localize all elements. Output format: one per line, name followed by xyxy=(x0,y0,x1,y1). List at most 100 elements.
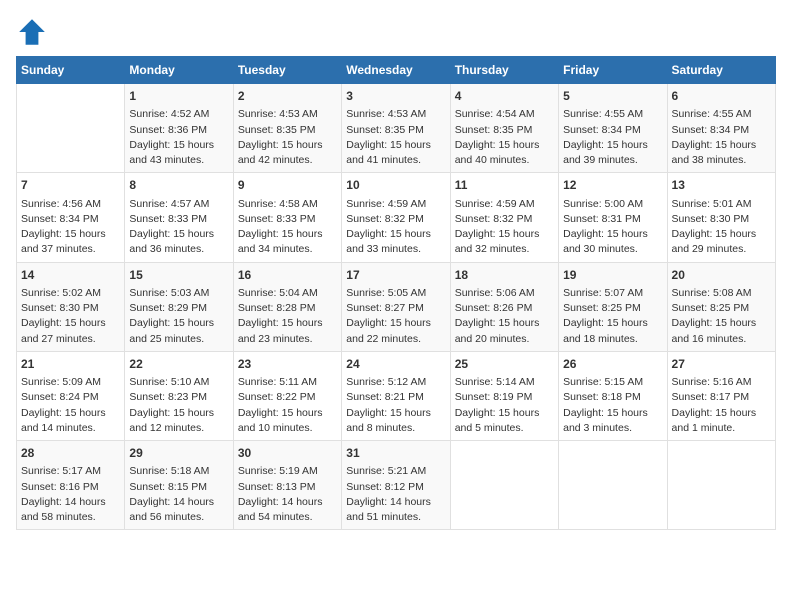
day-info-line: Sunset: 8:24 PM xyxy=(21,390,120,405)
day-info-line: Sunrise: 5:07 AM xyxy=(563,286,662,301)
day-info-line: Daylight: 15 hours xyxy=(238,227,337,242)
day-cell-24: 24Sunrise: 5:12 AMSunset: 8:21 PMDayligh… xyxy=(342,351,450,440)
day-info-line: Daylight: 15 hours xyxy=(563,316,662,331)
day-number: 16 xyxy=(238,267,337,284)
day-info-line: Sunrise: 5:14 AM xyxy=(455,375,554,390)
day-info-line: Sunrise: 4:52 AM xyxy=(129,107,228,122)
calendar-row-2: 7Sunrise: 4:56 AMSunset: 8:34 PMDaylight… xyxy=(17,173,776,262)
day-info-line: and 3 minutes. xyxy=(563,421,662,436)
page-header xyxy=(16,16,776,48)
day-number: 13 xyxy=(672,177,771,194)
day-info-line: Sunset: 8:23 PM xyxy=(129,390,228,405)
day-info-line: and 8 minutes. xyxy=(346,421,445,436)
day-cell-14: 14Sunrise: 5:02 AMSunset: 8:30 PMDayligh… xyxy=(17,262,125,351)
day-cell-12: 12Sunrise: 5:00 AMSunset: 8:31 PMDayligh… xyxy=(559,173,667,262)
day-number: 25 xyxy=(455,356,554,373)
day-info-line: Daylight: 15 hours xyxy=(563,138,662,153)
day-number: 19 xyxy=(563,267,662,284)
day-number: 26 xyxy=(563,356,662,373)
day-info-line: Sunset: 8:35 PM xyxy=(346,123,445,138)
day-info-line: Daylight: 14 hours xyxy=(21,495,120,510)
day-info-line: Sunset: 8:32 PM xyxy=(346,212,445,227)
calendar-row-3: 14Sunrise: 5:02 AMSunset: 8:30 PMDayligh… xyxy=(17,262,776,351)
day-number: 15 xyxy=(129,267,228,284)
day-info-line: Daylight: 15 hours xyxy=(455,227,554,242)
header-day-friday: Friday xyxy=(559,57,667,84)
day-info-line: Sunrise: 4:53 AM xyxy=(346,107,445,122)
day-info-line: Sunset: 8:36 PM xyxy=(129,123,228,138)
day-info-line: Sunset: 8:16 PM xyxy=(21,480,120,495)
day-cell-20: 20Sunrise: 5:08 AMSunset: 8:25 PMDayligh… xyxy=(667,262,775,351)
day-info-line: and 37 minutes. xyxy=(21,242,120,257)
day-info-line: Sunrise: 4:53 AM xyxy=(238,107,337,122)
day-cell-25: 25Sunrise: 5:14 AMSunset: 8:19 PMDayligh… xyxy=(450,351,558,440)
day-info-line: Daylight: 15 hours xyxy=(563,227,662,242)
day-info-line: Daylight: 15 hours xyxy=(129,138,228,153)
calendar-row-4: 21Sunrise: 5:09 AMSunset: 8:24 PMDayligh… xyxy=(17,351,776,440)
day-number: 4 xyxy=(455,88,554,105)
day-info-line: and 25 minutes. xyxy=(129,332,228,347)
day-info-line: and 38 minutes. xyxy=(672,153,771,168)
day-info-line: and 5 minutes. xyxy=(455,421,554,436)
day-cell-1: 1Sunrise: 4:52 AMSunset: 8:36 PMDaylight… xyxy=(125,84,233,173)
header-day-sunday: Sunday xyxy=(17,57,125,84)
day-info-line: and 10 minutes. xyxy=(238,421,337,436)
header-day-thursday: Thursday xyxy=(450,57,558,84)
day-cell-27: 27Sunrise: 5:16 AMSunset: 8:17 PMDayligh… xyxy=(667,351,775,440)
calendar-body: 1Sunrise: 4:52 AMSunset: 8:36 PMDaylight… xyxy=(17,84,776,530)
day-info-line: and 54 minutes. xyxy=(238,510,337,525)
day-info-line: Sunrise: 5:05 AM xyxy=(346,286,445,301)
day-info-line: Sunrise: 5:01 AM xyxy=(672,197,771,212)
header-row: SundayMondayTuesdayWednesdayThursdayFrid… xyxy=(17,57,776,84)
day-cell-6: 6Sunrise: 4:55 AMSunset: 8:34 PMDaylight… xyxy=(667,84,775,173)
day-info-line: Daylight: 14 hours xyxy=(238,495,337,510)
day-number: 17 xyxy=(346,267,445,284)
day-info-line: and 27 minutes. xyxy=(21,332,120,347)
day-cell-28: 28Sunrise: 5:17 AMSunset: 8:16 PMDayligh… xyxy=(17,441,125,530)
day-info-line: Daylight: 15 hours xyxy=(129,406,228,421)
header-day-tuesday: Tuesday xyxy=(233,57,341,84)
day-number: 29 xyxy=(129,445,228,462)
day-cell-11: 11Sunrise: 4:59 AMSunset: 8:32 PMDayligh… xyxy=(450,173,558,262)
day-cell-4: 4Sunrise: 4:54 AMSunset: 8:35 PMDaylight… xyxy=(450,84,558,173)
day-info-line: Daylight: 15 hours xyxy=(563,406,662,421)
day-info-line: Sunset: 8:18 PM xyxy=(563,390,662,405)
day-info-line: and 16 minutes. xyxy=(672,332,771,347)
day-info-line: and 51 minutes. xyxy=(346,510,445,525)
day-cell-9: 9 Sunrise: 4:58 AMSunset: 8:33 PMDaylight… xyxy=(233,173,341,262)
day-info-line: Daylight: 15 hours xyxy=(238,316,337,331)
day-info-line: Sunset: 8:27 PM xyxy=(346,301,445,316)
day-info-line: Sunset: 8:25 PM xyxy=(563,301,662,316)
day-number: 9 xyxy=(238,177,337,194)
day-number: 12 xyxy=(563,177,662,194)
day-info-line: Daylight: 15 hours xyxy=(21,316,120,331)
day-number: 20 xyxy=(672,267,771,284)
day-info-line: Sunset: 8:33 PM xyxy=(238,212,337,227)
day-info-line: Daylight: 15 hours xyxy=(238,406,337,421)
day-info-line: Sunrise: 5:12 AM xyxy=(346,375,445,390)
day-info-line: Sunset: 8:15 PM xyxy=(129,480,228,495)
day-number: 11 xyxy=(455,177,554,194)
day-info-line: Sunset: 8:19 PM xyxy=(455,390,554,405)
day-info-line: and 42 minutes. xyxy=(238,153,337,168)
day-number: 31 xyxy=(346,445,445,462)
day-info-line: and 32 minutes. xyxy=(455,242,554,257)
day-info-line: Daylight: 14 hours xyxy=(346,495,445,510)
day-info-line: and 23 minutes. xyxy=(238,332,337,347)
day-cell-23: 23Sunrise: 5:11 AMSunset: 8:22 PMDayligh… xyxy=(233,351,341,440)
day-cell-30: 30Sunrise: 5:19 AMSunset: 8:13 PMDayligh… xyxy=(233,441,341,530)
day-info-line: Sunrise: 5:02 AM xyxy=(21,286,120,301)
day-cell-17: 17Sunrise: 5:05 AMSunset: 8:27 PMDayligh… xyxy=(342,262,450,351)
day-info-line: Sunset: 8:25 PM xyxy=(672,301,771,316)
day-info-line: Sunrise: 4:58 AM xyxy=(238,197,337,212)
day-info-line: Daylight: 15 hours xyxy=(346,138,445,153)
day-info-line: Sunset: 8:34 PM xyxy=(672,123,771,138)
day-info-line: Sunrise: 4:54 AM xyxy=(455,107,554,122)
day-info-line: Sunset: 8:22 PM xyxy=(238,390,337,405)
header-day-monday: Monday xyxy=(125,57,233,84)
day-number: 3 xyxy=(346,88,445,105)
day-info-line: Sunset: 8:28 PM xyxy=(238,301,337,316)
day-number: 10 xyxy=(346,177,445,194)
day-info-line: and 36 minutes. xyxy=(129,242,228,257)
day-cell-3: 3 Sunrise: 4:53 AMSunset: 8:35 PMDaylight… xyxy=(342,84,450,173)
